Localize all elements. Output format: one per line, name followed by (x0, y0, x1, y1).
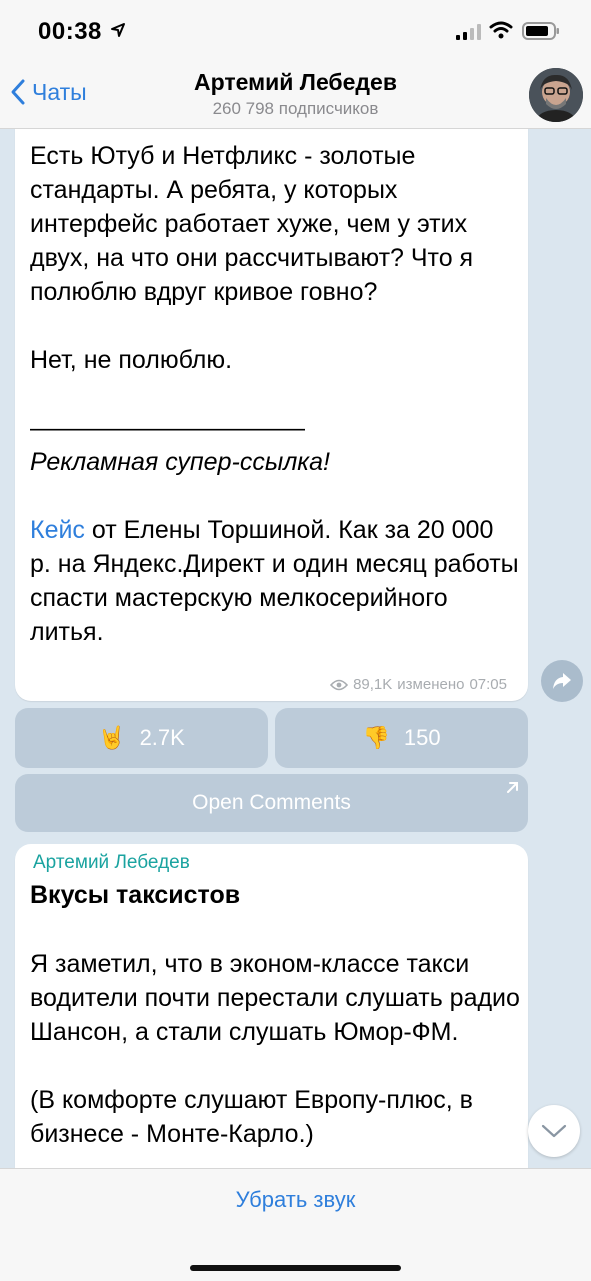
subscriber-count: 260 798 подписчиков (212, 99, 379, 118)
status-time: 00:38 (38, 18, 102, 45)
reaction-count: 150 (403, 725, 441, 750)
location-arrow-icon (111, 23, 125, 37)
rock-hand-icon: 🤘 (98, 725, 126, 750)
external-arrow-icon (507, 782, 518, 793)
separator-line: ——————————— (30, 414, 305, 442)
message-paragraph: Есть Ютуб и Нетфликс - золотые стандарты… (30, 142, 474, 306)
view-count: 89,1K (353, 676, 393, 693)
message-text: Я заметил, что в эконом-классе такси вод… (30, 947, 520, 1168)
edited-label: изменено (397, 676, 465, 693)
message-meta: 89,1K изменено 07:05 (330, 676, 512, 693)
thumbs-down-icon: 👎 (362, 725, 390, 750)
channel-avatar[interactable] (529, 68, 583, 122)
message-paragraph: Кейс от Елены Торшиной. Как за 20 000 р.… (30, 513, 520, 649)
message-paragraph: Нет, не полюблю. (30, 346, 233, 374)
link-description: от Елены Торшиной. Как за 20 000 р. на Я… (30, 516, 519, 646)
home-indicator[interactable] (190, 1265, 401, 1271)
message-bubble[interactable]: Артемий Лебедев Вкусы таксистов Я замети… (15, 844, 528, 1168)
channel-title[interactable]: Артемий Лебедев (0, 69, 591, 96)
open-comments-button[interactable]: Open Comments (15, 774, 528, 832)
post-title: Вкусы таксистов (30, 881, 241, 909)
avatar-image (529, 68, 583, 122)
reaction-button-rock[interactable]: 🤘 2.7K (15, 708, 268, 768)
chevron-down-icon (541, 1124, 567, 1138)
author-name[interactable]: Артемий Лебедев (33, 852, 190, 874)
message-paragraph: (В комфорте слушают Европу-плюс, в бизне… (30, 1086, 473, 1148)
bottom-bar: Убрать звук (0, 1168, 591, 1281)
nav-bar: Чаты Артемий Лебедев 260 798 подписчиков (0, 62, 591, 129)
scroll-down-button[interactable] (528, 1105, 580, 1157)
cellular-signal-icon (456, 24, 481, 40)
eye-icon (330, 679, 349, 690)
ad-label: Рекламная супер-ссылка! (30, 448, 330, 476)
message-bubble[interactable]: Есть Ютуб и Нетфликс - золотые стандарты… (15, 129, 528, 701)
reaction-button-thumbs-down[interactable]: 👎 150 (275, 708, 528, 768)
share-button[interactable] (541, 660, 583, 702)
reaction-count: 2.7K (139, 725, 185, 750)
message-text: Есть Ютуб и Нетфликс - золотые стандарты… (30, 139, 520, 649)
case-link[interactable]: Кейс (30, 516, 85, 544)
message-time: 07:05 (469, 676, 507, 693)
battery-icon (522, 22, 559, 40)
share-arrow-icon (553, 673, 571, 689)
wifi-icon (489, 21, 513, 39)
status-bar: 00:38 (0, 0, 591, 62)
open-comments-label: Open Comments (192, 791, 351, 814)
chat-area[interactable]: Есть Ютуб и Нетфликс - золотые стандарты… (0, 129, 591, 1168)
mute-button[interactable]: Убрать звук (0, 1187, 591, 1213)
message-paragraph: Я заметил, что в эконом-классе такси вод… (30, 950, 520, 1046)
